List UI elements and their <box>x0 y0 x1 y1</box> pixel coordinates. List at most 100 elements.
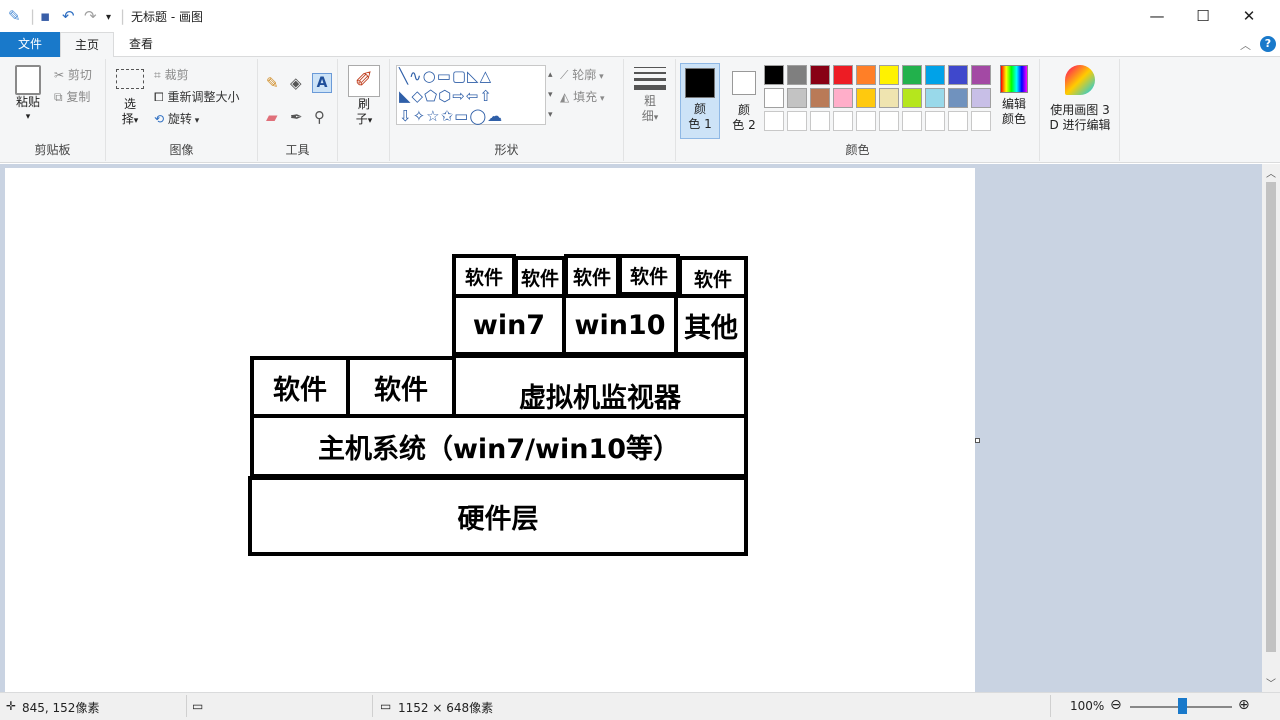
tab-file[interactable]: 文件 <box>0 32 60 57</box>
resize-button[interactable]: ⧠ 重新调整大小 <box>154 89 239 105</box>
text-tool-icon[interactable]: A <box>312 73 332 93</box>
palette-custom-swatch[interactable] <box>971 111 991 131</box>
zoom-out-icon[interactable]: ⊖ <box>1110 697 1122 713</box>
minimize-button[interactable]: — <box>1134 0 1180 32</box>
zoom-slider-thumb[interactable] <box>1178 698 1187 714</box>
palette-swatch[interactable] <box>833 88 853 108</box>
size-label-2: 细 <box>641 109 654 123</box>
palette-swatch[interactable] <box>925 88 945 108</box>
fill-bucket-icon[interactable]: ◈ <box>290 75 302 91</box>
palette-swatch[interactable] <box>902 88 922 108</box>
customize-quick-access-icon[interactable]: ▾ <box>106 9 111 27</box>
paint-app-icon[interactable]: ✎ <box>8 7 21 25</box>
cut-button[interactable]: ✂ 剪切 <box>54 67 92 83</box>
redo-icon[interactable]: ↷ <box>84 7 97 25</box>
paint3d-button[interactable]: 使用画图 3 D 进行编辑 <box>1044 65 1116 133</box>
brushes-label-2: 子 <box>355 112 368 126</box>
colors-group: 颜 色 1 颜 色 2 编辑 颜色 颜色 <box>676 59 1040 161</box>
fill-button[interactable]: ◭ 填充 ▾ <box>560 89 604 107</box>
paste-button[interactable]: 粘贴 ▾ <box>8 65 48 125</box>
palette-swatch[interactable] <box>879 65 899 85</box>
palette-custom-swatch[interactable] <box>833 111 853 131</box>
palette-swatch[interactable] <box>810 65 830 85</box>
diagram-win7-box: win7 <box>452 294 566 356</box>
outline-button[interactable]: ⟋ 轮廓 ▾ <box>560 67 604 85</box>
tab-home[interactable]: 主页 <box>60 32 114 58</box>
paint3d-icon <box>1065 65 1095 95</box>
gallery-scroll-up-icon[interactable]: ▴ <box>548 67 553 83</box>
ribbon-tabs: 文件 主页 查看 ︿ ? <box>0 32 1280 58</box>
palette-custom-swatch[interactable] <box>856 111 876 131</box>
palette-swatch[interactable] <box>856 65 876 85</box>
scissors-icon: ✂ <box>54 68 65 82</box>
resize-icon: ⧠ <box>154 90 164 104</box>
color2-button[interactable]: 颜 色 2 <box>724 63 764 133</box>
palette-swatch[interactable] <box>833 65 853 85</box>
palette-swatch[interactable] <box>764 88 784 108</box>
chevron-down-icon: ▾ <box>191 116 200 126</box>
brush-icon: ✐ <box>348 65 380 97</box>
pencil-icon[interactable]: ✎ <box>266 75 279 91</box>
copy-button[interactable]: ⧉ 复制 <box>54 89 90 105</box>
diagram-hypervisor-box: 虚拟机监视器 <box>452 354 748 418</box>
select-button[interactable]: 选 择▾ <box>112 69 148 129</box>
vertical-scrollbar[interactable]: ︿ ﹀ <box>1262 164 1280 692</box>
rotate-button[interactable]: ⟲ 旋转 ▾ <box>154 111 199 129</box>
color-picker-icon[interactable]: ✒ <box>290 109 303 125</box>
diagram-host-box: 主机系统（win7/win10等） <box>250 414 748 478</box>
maximize-button[interactable]: ☐ <box>1180 0 1226 32</box>
color1-swatch <box>685 68 715 98</box>
clipboard-icon <box>15 65 41 95</box>
crop-button[interactable]: ⌗ 裁剪 <box>154 67 189 83</box>
close-button[interactable]: ✕ <box>1226 0 1272 32</box>
palette-custom-swatch[interactable] <box>764 111 784 131</box>
ribbon: 粘贴 ▾ ✂ 剪切 ⧉ 复制 剪贴板 选 择▾ ⌗ 裁剪 ⧠ 重新调整大小 ⟲ … <box>0 57 1280 163</box>
size-button[interactable]: 粗 细▾ <box>630 67 670 126</box>
select-label: 选 <box>123 97 136 111</box>
scrollbar-thumb[interactable] <box>1266 182 1276 652</box>
palette-custom-swatch[interactable] <box>879 111 899 131</box>
canvas-resize-handle[interactable] <box>975 438 980 443</box>
tab-view[interactable]: 查看 <box>114 32 168 57</box>
palette-custom-swatch[interactable] <box>948 111 968 131</box>
palette-custom-swatch[interactable] <box>810 111 830 131</box>
drawing-canvas[interactable]: 软件 软件 软件 软件 软件 win7 win10 其他 软件 软件 虚拟机监视… <box>5 168 975 692</box>
palette-custom-swatch[interactable] <box>925 111 945 131</box>
undo-icon[interactable]: ↶ <box>62 7 75 25</box>
palette-swatch[interactable] <box>971 88 991 108</box>
rotate-icon: ⟲ <box>154 112 165 126</box>
diagram-software-box: 软件 <box>452 254 516 298</box>
shapes-row-2: ◣◇⬠⬡⇨⇦⇧ <box>399 87 493 105</box>
scroll-down-icon[interactable]: ﹀ <box>1266 675 1276 690</box>
palette-swatch[interactable] <box>948 65 968 85</box>
zoom-in-icon[interactable]: ⊕ <box>1238 697 1250 713</box>
palette-swatch[interactable] <box>902 65 922 85</box>
palette-swatch[interactable] <box>971 65 991 85</box>
palette-swatch[interactable] <box>764 65 784 85</box>
shapes-group-label: 形状 <box>494 143 519 157</box>
magnifier-icon[interactable]: ⚲ <box>314 109 325 125</box>
palette-swatch[interactable] <box>810 88 830 108</box>
palette-swatch[interactable] <box>787 65 807 85</box>
palette-swatch[interactable] <box>879 88 899 108</box>
shapes-gallery[interactable]: ╲∿○▭▢◺△ ◣◇⬠⬡⇨⇦⇧ ⇩✧☆✩▭◯☁ <box>396 65 546 125</box>
canvas-size: 1152 × 648像素 <box>398 701 494 715</box>
palette-custom-swatch[interactable] <box>902 111 922 131</box>
brushes-button[interactable]: ✐ 刷 子▾ <box>344 65 384 129</box>
scroll-up-icon[interactable]: ︿ <box>1266 165 1276 180</box>
palette-swatch[interactable] <box>856 88 876 108</box>
gallery-expand-icon[interactable]: ▾ <box>548 107 553 123</box>
save-icon[interactable]: ▪ <box>40 7 50 25</box>
palette-swatch[interactable] <box>787 88 807 108</box>
help-icon[interactable]: ? <box>1260 36 1276 52</box>
collapse-ribbon-icon[interactable]: ︿ <box>1240 37 1251 53</box>
gallery-scroll-down-icon[interactable]: ▾ <box>548 87 553 103</box>
eraser-icon[interactable]: ▰ <box>266 109 278 125</box>
palette-custom-swatch[interactable] <box>787 111 807 131</box>
color1-button[interactable]: 颜 色 1 <box>680 63 720 139</box>
diagram-software-box: 软件 <box>514 256 566 298</box>
edit-colors-button[interactable]: 编辑 颜色 <box>992 65 1036 127</box>
select-label-2: 择 <box>121 112 134 126</box>
palette-swatch[interactable] <box>948 88 968 108</box>
palette-swatch[interactable] <box>925 65 945 85</box>
